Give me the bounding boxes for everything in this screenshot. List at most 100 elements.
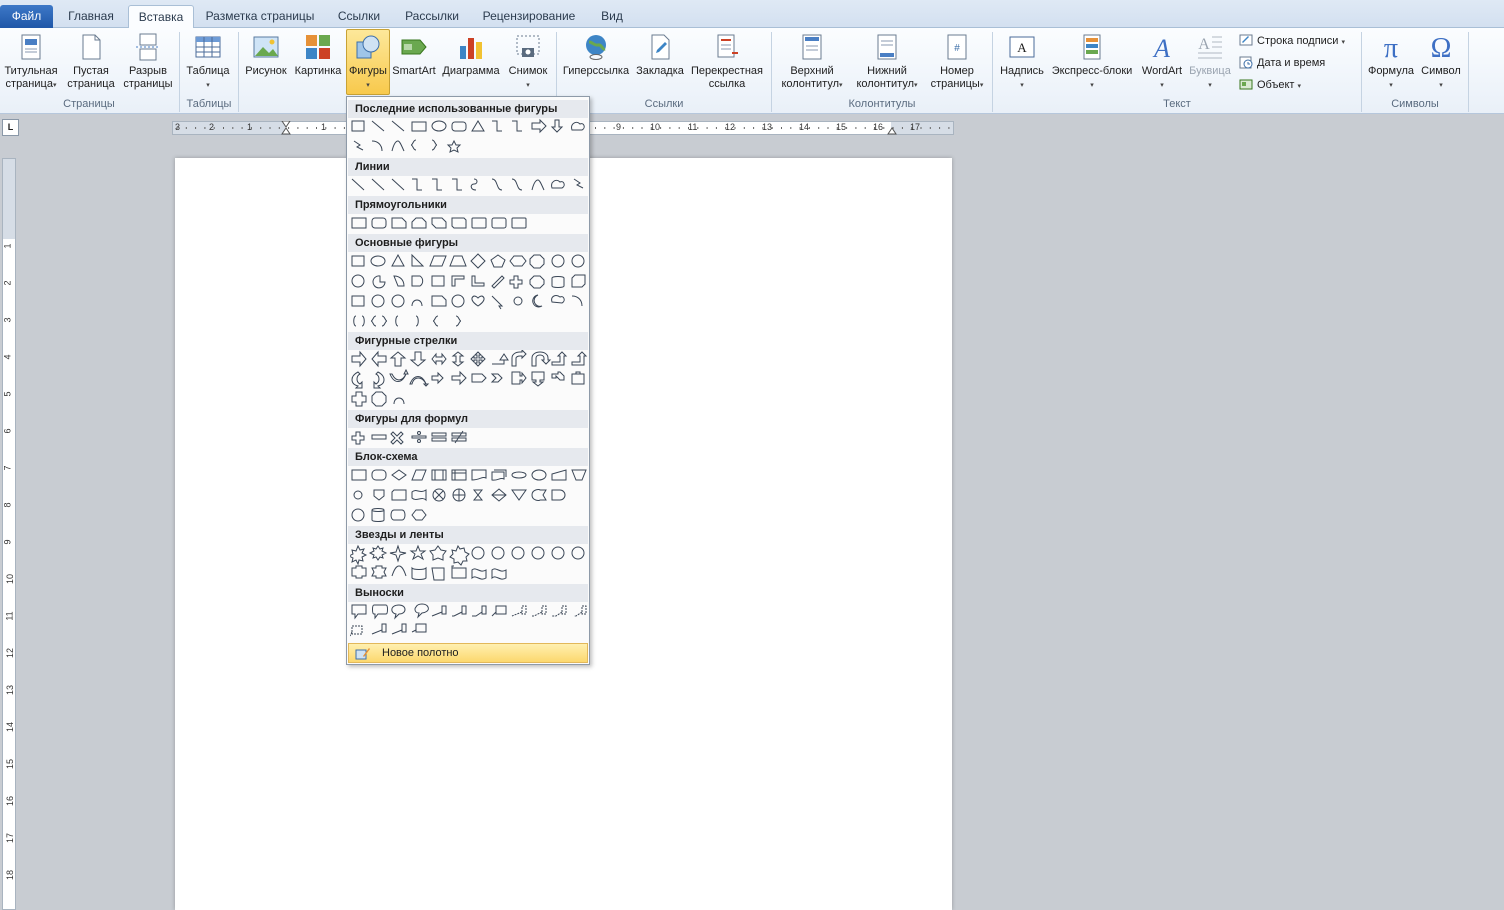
tab-home[interactable]: Главная xyxy=(58,5,124,28)
header-button[interactable]: Верхний колонтитул▾ xyxy=(776,30,848,92)
header-label: Верхний колонтитул xyxy=(781,65,840,90)
quick-parts-label: Экспресс-блоки xyxy=(1051,65,1133,77)
basic-shapes-grid[interactable] xyxy=(350,252,588,332)
cross-reference-button[interactable]: Перекрестная ссылка xyxy=(688,30,766,91)
section-basic-shapes: Основные фигуры xyxy=(348,234,588,252)
wordart-icon: A xyxy=(1152,34,1170,62)
blank-page-icon xyxy=(82,34,101,60)
bookmark-button[interactable]: Закладка xyxy=(634,30,686,78)
hyperlink-label: Гиперссылка xyxy=(562,65,630,77)
lines-grid[interactable] xyxy=(350,176,588,196)
section-equation-shapes: Фигуры для формул xyxy=(348,410,588,428)
section-block-arrows: Фигурные стрелки xyxy=(348,332,588,350)
ruler-number: 17 xyxy=(910,122,921,132)
ruler-number: 1 xyxy=(2,243,13,249)
wordart-button[interactable]: A WordArt ▾ xyxy=(1137,30,1187,92)
footer-button[interactable]: Нижний колонтитул▾ xyxy=(850,30,924,92)
shapes-button[interactable]: Фигуры ▾ xyxy=(346,29,390,95)
tab-mailings[interactable]: Рассылки xyxy=(396,5,468,28)
object-button[interactable]: Объект ▾ xyxy=(1239,76,1301,94)
tab-view[interactable]: Вид xyxy=(590,5,634,28)
chart-icon xyxy=(460,38,482,59)
smartart-icon xyxy=(401,39,427,55)
page-number-button[interactable]: # Номер страницы▾ xyxy=(926,30,988,92)
signature-line-button[interactable]: Строка подписи ▾ xyxy=(1239,32,1345,50)
ruler-number: 6 xyxy=(2,428,13,434)
svg-text:A: A xyxy=(1017,40,1027,55)
cover-page-button[interactable]: Титульная страница▾ xyxy=(2,30,60,92)
cover-page-label: Титульная страница xyxy=(4,65,58,90)
section-callouts: Выноски xyxy=(348,584,588,602)
clipart-button[interactable]: Картинка xyxy=(292,30,344,78)
ruler-number: 9 xyxy=(616,122,622,132)
group-separator xyxy=(1468,32,1469,112)
tab-file[interactable]: Файл xyxy=(0,5,53,28)
table-button[interactable]: Таблица ▾ xyxy=(184,30,232,92)
smartart-button[interactable]: SmartArt xyxy=(392,30,436,78)
group-label-symbols: Символы xyxy=(1391,98,1439,110)
tab-review[interactable]: Рецензирование xyxy=(472,5,586,28)
group-separator xyxy=(238,32,239,112)
textbox-button[interactable]: A Надпись ▾ xyxy=(997,30,1047,92)
new-canvas-icon xyxy=(355,648,370,660)
tab-page-layout[interactable]: Разметка страницы xyxy=(197,5,323,28)
ruler-number: 3 xyxy=(175,122,181,132)
ruler-number: 12 xyxy=(5,647,16,659)
svg-text:π: π xyxy=(1384,33,1398,62)
svg-text:Ω: Ω xyxy=(1431,33,1452,62)
hyperlink-button[interactable]: Гиперссылка xyxy=(561,30,631,78)
ruler-number: 15 xyxy=(5,758,16,770)
block-arrows-grid[interactable] xyxy=(350,350,588,410)
new-canvas-menu-item[interactable]: Новое полотно xyxy=(348,643,588,663)
recent-shapes-grid[interactable] xyxy=(350,118,588,158)
stars-banners-grid[interactable] xyxy=(350,544,588,584)
ruler-number: 8 xyxy=(2,502,13,508)
textbox-label: Надпись xyxy=(1000,65,1044,77)
table-label: Таблица xyxy=(186,65,230,77)
equation-shapes-grid[interactable] xyxy=(350,428,588,448)
group-label-pages: Страницы xyxy=(63,98,115,110)
svg-text:#: # xyxy=(954,43,960,54)
vertical-ruler[interactable]: 1 2 3 4 5 6 7 8 9 10 11 12 13 14 15 16 17 18 xyxy=(2,158,16,910)
group-label-header-footer: Колонтитулы xyxy=(848,98,916,110)
dropcap-button[interactable]: A Буквица ▾ xyxy=(1187,30,1233,92)
indent-marker-icon[interactable] xyxy=(281,121,291,135)
screenshot-button[interactable]: Снимок ▾ xyxy=(504,30,552,92)
ruler-number: 5 xyxy=(2,391,13,397)
blank-page-button[interactable]: Пустая страница xyxy=(64,30,118,91)
rectangles-grid[interactable] xyxy=(350,214,588,234)
date-time-button[interactable]: Дата и время xyxy=(1239,54,1325,72)
section-rectangles: Прямоугольники xyxy=(348,196,588,214)
chart-button[interactable]: Диаграмма xyxy=(440,30,502,78)
right-indent-marker-icon[interactable] xyxy=(887,121,897,135)
ribbon: Титульная страница▾ Пустая страница Разр… xyxy=(0,28,1504,114)
symbol-label: Символ xyxy=(1421,65,1461,77)
footer-icon xyxy=(877,34,897,60)
tab-stop-selector[interactable]: L xyxy=(2,119,19,136)
object-label: Объект xyxy=(1257,79,1295,91)
page-break-button[interactable]: Разрыв страницы xyxy=(120,30,176,91)
tab-references[interactable]: Ссылки xyxy=(328,5,390,28)
omega-icon: Ω xyxy=(1431,33,1452,62)
equation-button[interactable]: π Формула ▾ xyxy=(1366,30,1416,92)
callouts-grid[interactable] xyxy=(350,602,588,642)
equation-label: Формула xyxy=(1367,65,1415,77)
ruler-number: 13 xyxy=(5,684,16,696)
ruler-number: 2 xyxy=(209,122,215,132)
tab-insert[interactable]: Вставка xyxy=(128,5,194,29)
picture-button[interactable]: Рисунок xyxy=(242,30,290,78)
ruler-number: 14 xyxy=(5,721,16,733)
shapes-label: Фигуры xyxy=(349,65,387,77)
ruler-number: 9 xyxy=(2,539,13,545)
signature-line-icon xyxy=(1239,34,1253,46)
chart-label: Диаграмма xyxy=(442,65,500,77)
bookmark-label: Закладка xyxy=(636,65,684,77)
pi-icon: π xyxy=(1384,33,1398,62)
ruler-number: 18 xyxy=(5,869,16,881)
svg-text:A: A xyxy=(1198,36,1210,53)
symbol-button[interactable]: Ω Символ ▾ xyxy=(1417,30,1465,92)
flowchart-grid[interactable] xyxy=(350,466,588,526)
blank-page-label: Пустая страница xyxy=(67,65,115,90)
svg-text:A: A xyxy=(1152,34,1170,62)
quick-parts-button[interactable]: Экспресс-блоки ▾ xyxy=(1049,30,1135,92)
